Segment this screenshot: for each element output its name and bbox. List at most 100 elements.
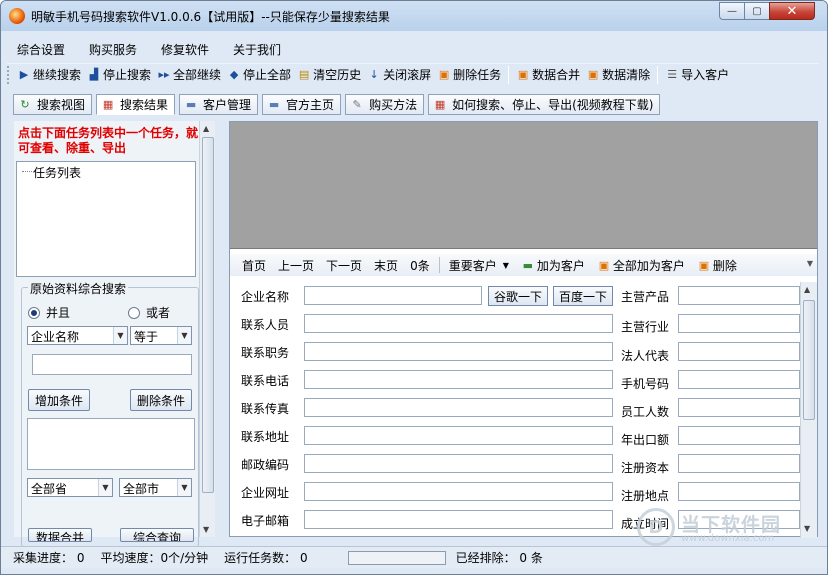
prev-page-button[interactable]: 上一页 xyxy=(272,257,320,274)
first-page-button[interactable]: 首页 xyxy=(236,257,272,274)
continue-search-label: 继续搜索 xyxy=(33,68,82,82)
continue-all-button[interactable]: ▸▸ 全部继续 xyxy=(154,65,224,84)
add-customer-button[interactable]: ▬ 加为客户 xyxy=(515,257,591,274)
contact-title-label: 联系职务 xyxy=(241,346,290,360)
running-tasks-text: 运行任务数： 0 xyxy=(224,551,308,565)
google-search-button[interactable]: 谷歌一下 xyxy=(488,286,548,306)
baidu-search-button[interactable]: 百度一下 xyxy=(553,286,613,306)
conditions-list[interactable] xyxy=(27,418,195,470)
tree-node-task-list[interactable]: 任务列表 xyxy=(33,164,81,181)
merge-data-button[interactable]: ▣ 数据合并 xyxy=(513,65,583,84)
radio-and[interactable]: 并且 xyxy=(28,304,70,321)
employees-field[interactable] xyxy=(678,398,800,417)
chevron-down-icon: ▼ xyxy=(177,327,191,344)
site-watermark: D 当下软件园 www.downxia.com xyxy=(633,508,827,548)
radio-or[interactable]: 或者 xyxy=(128,304,170,321)
window-title: 明敏手机号码搜索软件V1.0.0.6【试用版】--只能保存少量搜索结果 xyxy=(31,10,390,24)
condition-value-input[interactable] xyxy=(32,354,192,375)
merge-data-left-button[interactable]: 数据合并 xyxy=(28,528,92,542)
postal-code-field[interactable] xyxy=(304,454,613,473)
important-customers-dropdown[interactable]: 重要客户 ▼ xyxy=(443,257,515,274)
mobile-field[interactable] xyxy=(678,370,800,389)
continue-search-button[interactable]: ▶ 继续搜索 xyxy=(14,65,84,84)
radio-and-label: 并且 xyxy=(46,306,71,320)
city-select[interactable]: 全部市 ▼ xyxy=(119,478,192,497)
close-scroll-label: 关闭滚屏 xyxy=(383,68,432,82)
tab-howto-label: 如何搜索、停止、导出(视频教程下载) xyxy=(452,98,654,112)
tab-customer-mgmt[interactable]: ▬ 客户管理 xyxy=(179,94,259,115)
tab-search-results[interactable]: ▦ 搜索结果 xyxy=(96,94,176,115)
toolbar-separator xyxy=(508,65,510,84)
add-all-label: 全部加为客户 xyxy=(612,258,685,273)
collect-progress-text: 采集进度： 0 xyxy=(13,551,85,565)
radio-and-circle xyxy=(28,306,40,319)
task-hint-text: 点击下面任务列表中一个任务，就可查看、除重、导出 xyxy=(18,126,199,155)
contact-phone-field[interactable] xyxy=(304,370,613,389)
reg-location-field[interactable] xyxy=(678,482,800,501)
legal-rep-field[interactable] xyxy=(678,342,800,361)
removed-count-text: 已经排除： 0 条 xyxy=(455,551,543,565)
stop-search-button[interactable]: ▟ 停止搜索 xyxy=(84,65,154,84)
tab-row: ↻ 搜索视图 ▦ 搜索结果 ▬ 客户管理 ▬ 官方主页 ✎ 购买方法 ▦ 如何搜… xyxy=(13,94,664,116)
tab-purchase[interactable]: ✎ 购买方法 xyxy=(345,94,425,115)
tab-customer-mgmt-label: 客户管理 xyxy=(203,98,252,112)
form-scrollbar-thumb[interactable] xyxy=(803,300,815,420)
email-field[interactable] xyxy=(304,510,613,529)
contact-fax-label: 联系传真 xyxy=(241,402,290,416)
toolbar-overflow-icon[interactable]: ▼ xyxy=(807,259,813,268)
menu-purchase[interactable]: 购买服务 xyxy=(77,39,149,59)
contact-title-field[interactable] xyxy=(304,342,613,361)
delete-task-icon: ▣ xyxy=(438,68,450,81)
company-name-field[interactable] xyxy=(304,286,482,305)
contact-address-field[interactable] xyxy=(304,426,613,445)
add-condition-button[interactable]: 增加条件 xyxy=(28,389,90,411)
main-product-field[interactable] xyxy=(678,286,800,305)
delete-record-button[interactable]: ▣ 删除 xyxy=(691,257,743,274)
menu-repair[interactable]: 修复软件 xyxy=(149,39,221,59)
menu-settings[interactable]: 综合设置 xyxy=(5,39,77,59)
scroll-up-icon[interactable]: ▲ xyxy=(804,285,810,294)
close-button[interactable]: ✕ xyxy=(769,2,815,20)
toolbar: ▶ 继续搜索 ▟ 停止搜索 ▸▸ 全部继续 ◆ 停止全部 ▤ 清空历史 ↓ 关闭… xyxy=(7,63,819,85)
form-scrollbar[interactable]: ▲ ▼ xyxy=(800,282,817,538)
combined-query-button[interactable]: 综合查询 xyxy=(120,528,194,542)
add-all-customers-button[interactable]: ▣ 全部加为客户 xyxy=(591,257,691,274)
clear-history-button[interactable]: ▤ 清空历史 xyxy=(294,65,364,84)
contact-person-field[interactable] xyxy=(304,314,613,333)
task-tree[interactable]: 任务列表 xyxy=(16,161,196,277)
reg-capital-field[interactable] xyxy=(678,454,800,473)
minimize-button[interactable]: — xyxy=(719,2,745,20)
last-page-button[interactable]: 末页 xyxy=(368,257,404,274)
left-scrollbar-thumb[interactable] xyxy=(202,137,214,493)
annual-export-field[interactable] xyxy=(678,426,800,445)
results-icon: ▦ xyxy=(102,98,114,111)
maximize-button[interactable]: ▢ xyxy=(744,2,770,20)
menu-about[interactable]: 关于我们 xyxy=(221,39,293,59)
left-scrollbar[interactable]: ▲ ▼ xyxy=(199,121,215,537)
field-select[interactable]: 企业名称 ▼ xyxy=(27,326,128,345)
radio-selected-dot xyxy=(31,309,37,316)
contact-phone-label: 联系电话 xyxy=(241,374,290,388)
delete-task-label: 删除任务 xyxy=(453,68,502,82)
next-page-button[interactable]: 下一页 xyxy=(320,257,368,274)
dropdown-arrow-icon: ▼ xyxy=(502,260,509,270)
chevron-down-icon: ▼ xyxy=(98,479,112,496)
stop-all-button[interactable]: ◆ 停止全部 xyxy=(224,65,294,84)
province-select[interactable]: 全部省 ▼ xyxy=(27,478,113,497)
tab-homepage[interactable]: ▬ 官方主页 xyxy=(262,94,342,115)
main-industry-field[interactable] xyxy=(678,314,800,333)
add-folder-icon: ▬ xyxy=(522,258,534,272)
scroll-down-icon[interactable]: ▼ xyxy=(203,525,209,534)
delete-task-button[interactable]: ▣ 删除任务 xyxy=(434,65,504,84)
radio-or-label: 或者 xyxy=(146,306,171,320)
delete-condition-button[interactable]: 删除条件 xyxy=(130,389,192,411)
tab-search-view[interactable]: ↻ 搜索视图 xyxy=(13,94,93,115)
tab-howto[interactable]: ▦ 如何搜索、停止、导出(视频教程下载) xyxy=(428,94,661,115)
contact-fax-field[interactable] xyxy=(304,398,613,417)
company-website-field[interactable] xyxy=(304,482,613,501)
clear-data-button[interactable]: ▣ 数据清除 xyxy=(583,65,653,84)
scroll-up-icon[interactable]: ▲ xyxy=(203,124,209,133)
operator-select[interactable]: 等于 ▼ xyxy=(130,326,192,345)
close-scroll-button[interactable]: ↓ 关闭滚屏 xyxy=(364,65,434,84)
import-customers-button[interactable]: ☰ 导入客户 xyxy=(662,65,732,84)
